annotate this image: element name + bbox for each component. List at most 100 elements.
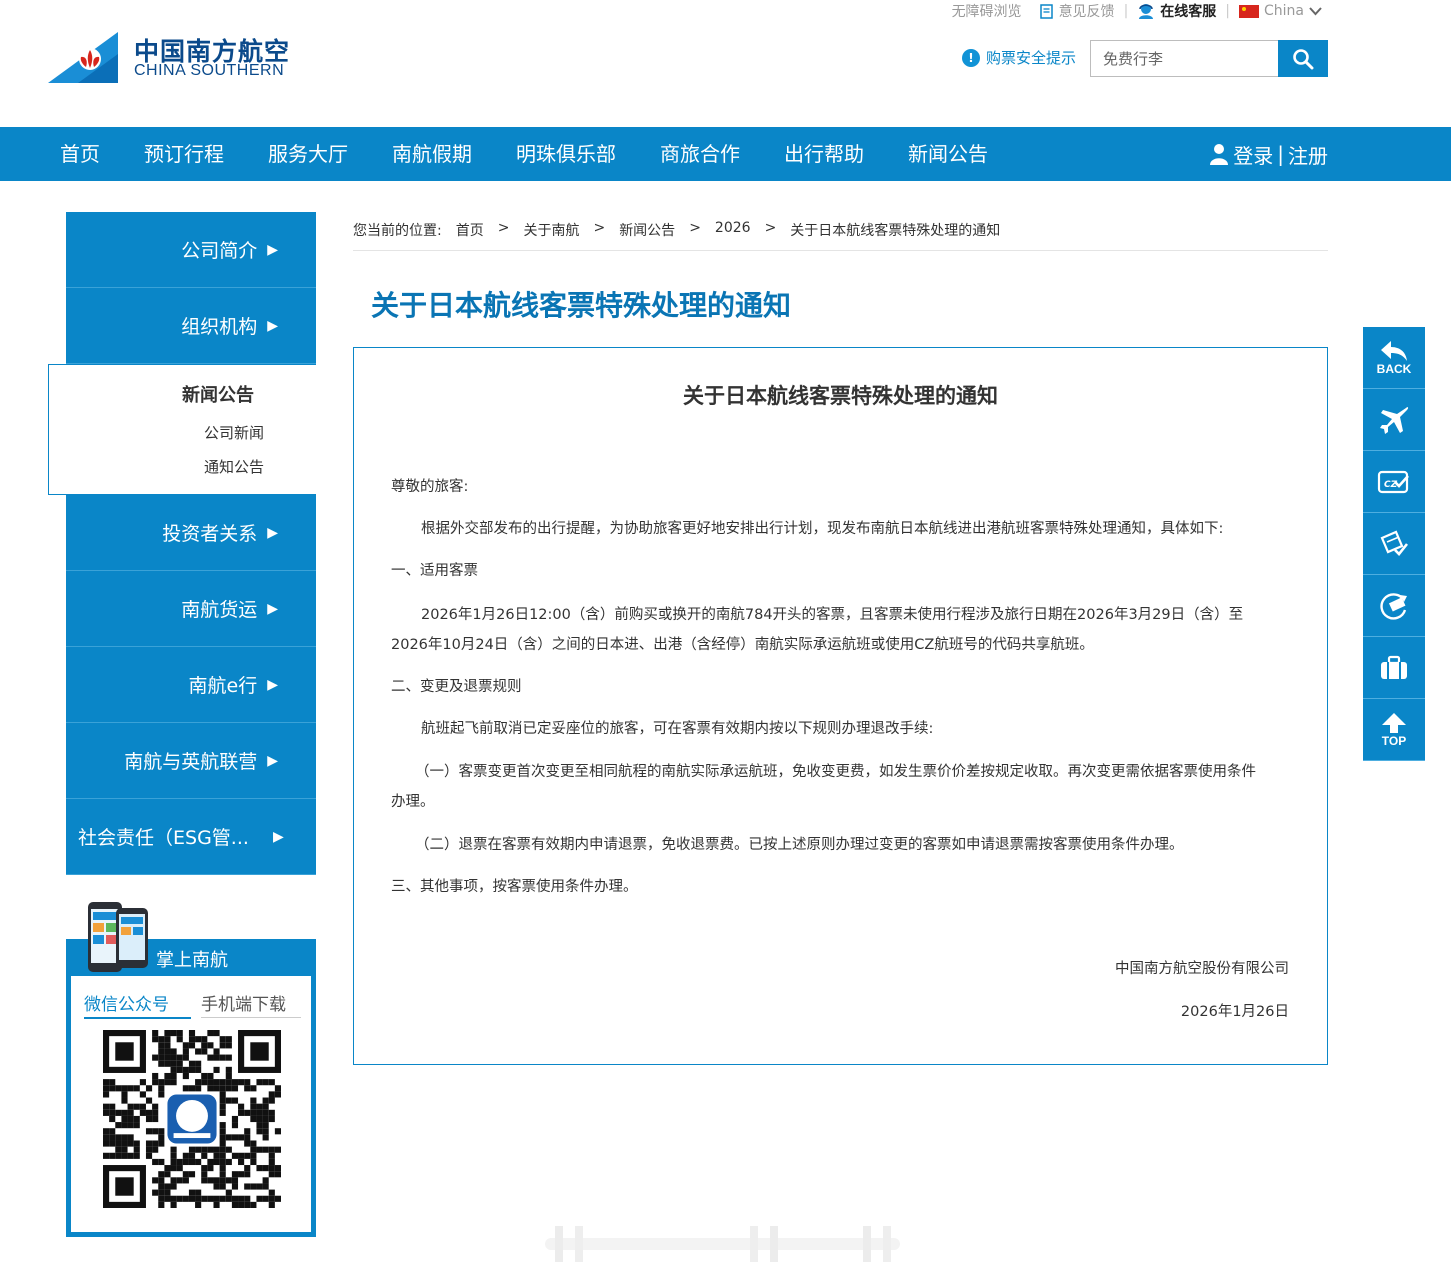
nav-item-home[interactable]: 首页 xyxy=(38,127,122,181)
tab-wechat[interactable]: 微信公众号 xyxy=(84,990,191,1019)
top-label: TOP xyxy=(1381,733,1407,748)
accessibility-label: 无障碍浏览 xyxy=(951,4,1022,20)
back-button[interactable]: BACK xyxy=(1363,327,1425,389)
phone-icon xyxy=(88,902,148,972)
sidebar-item-organization[interactable]: 组织机构 ▶ xyxy=(66,288,316,364)
triangle-right-icon: ▶ xyxy=(267,524,278,541)
article-body: 关于日本航线客票特殊处理的通知 尊敬的旅客: 根据外交部发布的出行提醒，为协助旅… xyxy=(353,347,1328,1065)
sidebar-item-label: 社会责任（ESG管... xyxy=(78,827,249,849)
accessibility-link[interactable]: 无障碍浏览 xyxy=(943,1,1031,21)
breadcrumb-home[interactable]: 首页 xyxy=(456,220,484,250)
mobile-app-promo: 掌上南航 微信公众号 手机端下载 xyxy=(66,902,316,1237)
feedback-label: 意见反馈 xyxy=(1058,4,1115,20)
search-button[interactable] xyxy=(1278,40,1328,77)
article-section1-line2: 2026年10月24日（含）之间的日本进、出港（含经停）南航实际承运航班或使用C… xyxy=(391,637,1094,653)
login-divider: | xyxy=(1277,142,1284,166)
region-selector[interactable]: China xyxy=(1230,3,1331,19)
nav-item-pearl-club[interactable]: 明珠俱乐部 xyxy=(494,127,638,181)
nav-item-service-hall[interactable]: 服务大厅 xyxy=(246,127,370,181)
search-input[interactable] xyxy=(1090,40,1278,77)
security-tip-label: 购票安全提示 xyxy=(986,49,1077,67)
login-link[interactable]: 登录 xyxy=(1233,140,1273,169)
security-tip-link[interactable]: ! 购票安全提示 xyxy=(962,47,1076,68)
search-icon xyxy=(1293,48,1314,69)
baggage-button[interactable] xyxy=(1363,637,1425,699)
breadcrumb-year[interactable]: 2026 xyxy=(715,220,751,250)
breadcrumb-separator: > xyxy=(497,220,510,236)
sidebar-sub-notices[interactable]: 通知公告 xyxy=(204,456,264,477)
triangle-right-icon: ▶ xyxy=(267,241,278,258)
back-arrow-icon xyxy=(1381,340,1407,361)
article-rule1-line1: （一）客票变更首次变更至相同航程的南航实际承运航班，免收变更费，如发生票价价差按… xyxy=(415,764,1256,780)
sidebar-item-ba-joint-venture[interactable]: 南航与英航联营 ▶ xyxy=(66,723,316,799)
sidebar-active-title[interactable]: 新闻公告 xyxy=(182,381,254,407)
breadcrumb-current: 关于日本航线客票特殊处理的通知 xyxy=(790,223,1001,239)
register-link[interactable]: 注册 xyxy=(1288,140,1328,169)
triangle-right-icon: ▶ xyxy=(273,828,284,845)
china-southern-logo-icon xyxy=(48,32,118,83)
feedback-icon xyxy=(1039,3,1053,19)
article-title: 关于日本航线客票特殊处理的通知 xyxy=(683,384,998,408)
tab-app-download[interactable]: 手机端下载 xyxy=(201,990,301,1018)
up-arrow-icon xyxy=(1382,712,1406,733)
region-label: China xyxy=(1264,3,1304,19)
online-service-link[interactable]: 在线客服 xyxy=(1128,1,1225,21)
ticket-button[interactable] xyxy=(1363,513,1425,575)
sidebar-item-e-travel[interactable]: 南航e行 ▶ xyxy=(66,647,316,723)
nav-item-holidays[interactable]: 南航假期 xyxy=(370,127,494,181)
sidebar: 公司简介 ▶ 组织机构 ▶ 新闻公告 公司新闻 通知公告 投资者关系 ▶ 南航货… xyxy=(48,212,316,875)
china-flag-icon xyxy=(1239,4,1259,18)
article-intro: 根据外交部发布的出行提醒，为协助旅客更好地安排出行计划，现发布南航日本航线进出港… xyxy=(421,521,1224,537)
qr-code xyxy=(103,1030,281,1208)
logo[interactable]: 中国南方航空 CHINA SOUTHERN xyxy=(48,32,298,84)
logo-name-en: CHINA SOUTHERN xyxy=(134,62,285,79)
nav-item-travel-help[interactable]: 出行帮助 xyxy=(762,127,886,181)
airplane-icon xyxy=(1380,406,1409,434)
breadcrumb-prefix: 您当前的位置: xyxy=(353,223,442,239)
article-section2-title: 二、变更及退票规则 xyxy=(391,679,522,695)
sidebar-item-news-active: 新闻公告 公司新闻 通知公告 xyxy=(48,364,316,495)
breadcrumb-separator: > xyxy=(689,220,701,236)
sidebar-item-company-profile[interactable]: 公司简介 ▶ xyxy=(66,212,316,288)
sidebar-item-label: 组织机构 xyxy=(181,316,258,338)
nav-item-booking[interactable]: 预订行程 xyxy=(122,127,246,181)
sidebar-sub-company-news[interactable]: 公司新闻 xyxy=(204,422,264,443)
breadcrumb: 您当前的位置: 首页 > 关于南航 > 新闻公告 > 2026 > 关于日本航线… xyxy=(353,220,1328,251)
sidebar-item-esg[interactable]: 社会责任（ESG管... ▶ xyxy=(66,799,316,875)
feedback-link[interactable]: 意见反馈 xyxy=(1031,1,1124,21)
sidebar-item-label: 南航与英航联营 xyxy=(124,751,258,773)
nav-item-business[interactable]: 商旅合作 xyxy=(638,127,762,181)
breadcrumb-separator: > xyxy=(593,220,606,236)
customer-service-icon xyxy=(1139,4,1154,19)
article-section3: 三、其他事项，按客票使用条件办理。 xyxy=(391,879,638,895)
refund-button[interactable] xyxy=(1363,575,1425,637)
triangle-right-icon: ▶ xyxy=(267,600,278,617)
article-section2-intro: 航班起飞前取消已定妥座位的旅客，可在客票有效期内按以下规则办理退改手续: xyxy=(421,721,934,737)
article-rule2: （二）退票在客票有效期内申请退票，免收退票费。已按上述原则办理过变更的客票如申请… xyxy=(415,837,1184,853)
floating-toolbar: BACK CZ TOP xyxy=(1363,327,1425,761)
triangle-right-icon: ▶ xyxy=(267,752,278,769)
nav-items: 首页 预订行程 服务大厅 南航假期 明珠俱乐部 商旅合作 出行帮助 新闻公告 xyxy=(38,127,1010,181)
flight-booking-button[interactable] xyxy=(1363,389,1425,451)
article-date: 2026年1月26日 xyxy=(1180,1004,1289,1020)
sidebar-item-label: 投资者关系 xyxy=(162,523,258,545)
triangle-right-icon: ▶ xyxy=(267,676,278,693)
article-section1-title: 一、适用客票 xyxy=(391,563,478,579)
main-nav: 首页 预订行程 服务大厅 南航假期 明珠俱乐部 商旅合作 出行帮助 新闻公告 登… xyxy=(0,127,1451,181)
breadcrumb-separator: > xyxy=(764,220,777,236)
sidebar-item-investor-relations[interactable]: 投资者关系 ▶ xyxy=(66,495,316,571)
sidebar-item-cargo[interactable]: 南航货运 ▶ xyxy=(66,571,316,647)
nav-item-news[interactable]: 新闻公告 xyxy=(886,127,1010,181)
baggage-icon xyxy=(1381,655,1407,679)
checkin-button[interactable]: CZ xyxy=(1363,451,1425,513)
back-label: BACK xyxy=(1376,361,1412,376)
watermark-logo xyxy=(545,1226,900,1262)
sidebar-item-label: 南航e行 xyxy=(188,675,258,697)
breadcrumb-news[interactable]: 新闻公告 xyxy=(619,220,675,250)
online-service-label: 在线客服 xyxy=(1160,4,1217,20)
info-icon: ! xyxy=(962,48,980,67)
article-section1-line1: 2026年1月26日12:00（含）前购买或换开的南航784开头的客票，且客票未… xyxy=(421,607,1244,623)
mobile-panel: 微信公众号 手机端下载 xyxy=(71,976,311,1232)
breadcrumb-about[interactable]: 关于南航 xyxy=(523,220,579,250)
top-button[interactable]: TOP xyxy=(1363,699,1425,761)
